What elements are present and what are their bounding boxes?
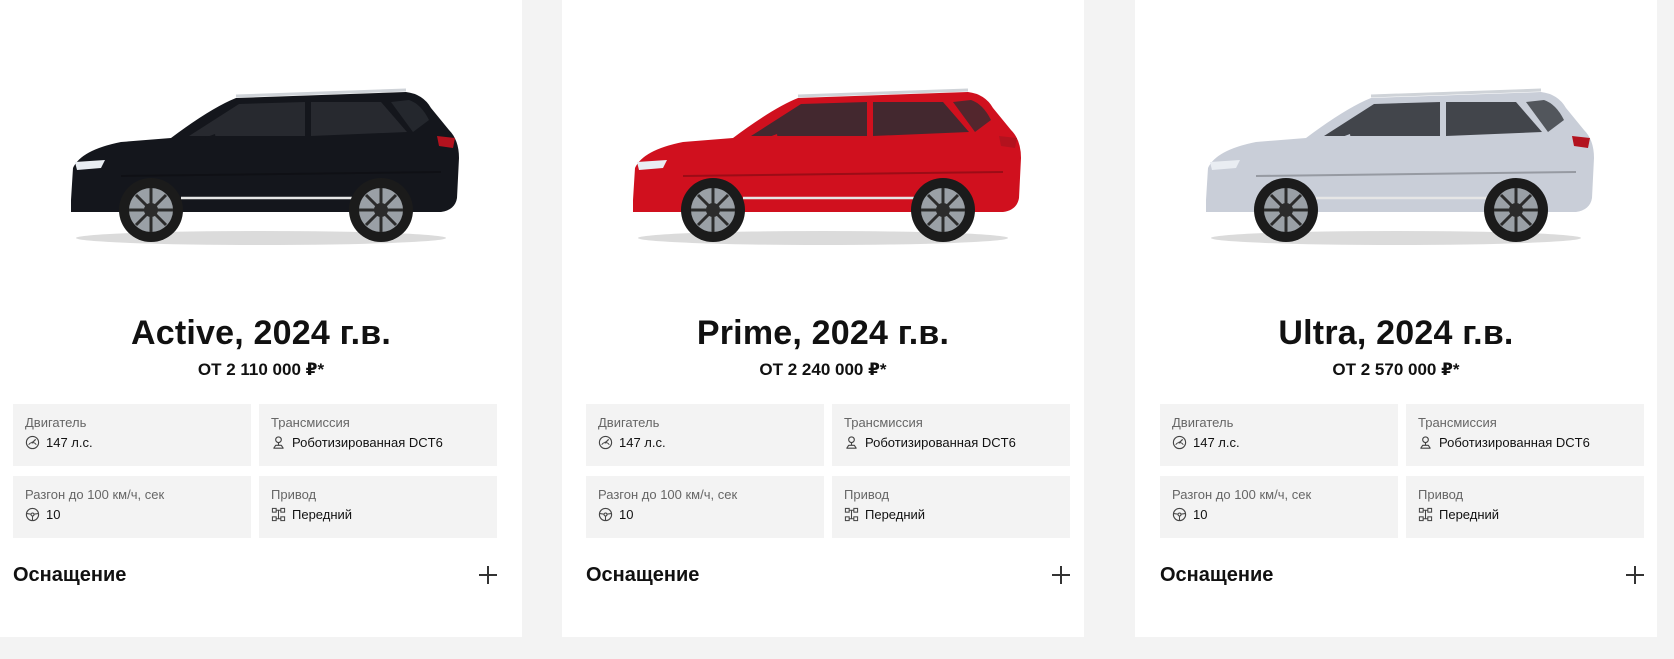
- spec-transmission: Трансмиссия Роботизированная DCT6: [259, 404, 497, 466]
- spec-value: 147 л.с.: [46, 435, 93, 450]
- steering-wheel-icon: [25, 507, 40, 522]
- speedometer-icon: [1172, 435, 1187, 450]
- spec-engine: Двигатель 147 л.с.: [13, 404, 251, 466]
- spec-label: Привод: [844, 487, 890, 502]
- drivetrain-icon: [844, 507, 859, 522]
- spec-acceleration: Разгон до 100 км/ч, сек 10: [13, 476, 251, 538]
- spec-drive: Привод Передний: [259, 476, 497, 538]
- equipment-toggle[interactable]: Оснащение: [13, 558, 498, 592]
- spec-engine: Двигатель 147 л.с.: [1160, 404, 1398, 466]
- spec-value: Передний: [1439, 507, 1500, 522]
- spec-value: 10: [46, 507, 61, 522]
- spec-value: Передний: [292, 507, 353, 522]
- spec-label: Трансмиссия: [1418, 415, 1497, 430]
- drivetrain-icon: [271, 507, 286, 522]
- spec-label: Привод: [271, 487, 317, 502]
- plus-icon[interactable]: [1051, 565, 1071, 585]
- trim-price: ОТ 2 110 000 ₽*: [197, 360, 325, 379]
- trim-title: Prime, 2024 г.в.: [696, 314, 950, 352]
- spec-transmission: Трансмиссия Роботизированная DCT6: [832, 404, 1070, 466]
- gearshift-icon: [271, 435, 286, 450]
- car-image: [562, 80, 1084, 270]
- equipment-label: Оснащение: [1160, 563, 1274, 586]
- gearshift-icon: [1418, 435, 1433, 450]
- equipment-toggle[interactable]: Оснащение: [1160, 558, 1645, 592]
- spec-label: Трансмиссия: [271, 415, 350, 430]
- spec-label: Двигатель: [1172, 415, 1234, 430]
- spec-label: Разгон до 100 км/ч, сек: [598, 487, 738, 502]
- spec-value: 147 л.с.: [619, 435, 666, 450]
- trim-card-prime: Prime, 2024 г.в. ОТ 2 240 000 ₽* Двигате…: [562, 0, 1084, 637]
- spec-value: 10: [619, 507, 634, 522]
- spec-transmission: Трансмиссия Роботизированная DCT6: [1406, 404, 1644, 466]
- trim-card-ultra: Ultra, 2024 г.в. ОТ 2 570 000 ₽* Двигате…: [1135, 0, 1657, 637]
- car-image: [0, 80, 522, 270]
- spec-value: Роботизированная DCT6: [1439, 435, 1590, 450]
- spec-label: Двигатель: [25, 415, 87, 430]
- spec-value: Передний: [865, 507, 926, 522]
- steering-wheel-icon: [1172, 507, 1187, 522]
- trim-card-active: Active, 2024 г.в. ОТ 2 110 000 ₽* Двигат…: [0, 0, 522, 637]
- spec-value: 147 л.с.: [1193, 435, 1240, 450]
- trim-title: Ultra, 2024 г.в.: [1278, 314, 1514, 352]
- trim-price: ОТ 2 240 000 ₽*: [759, 360, 887, 379]
- spec-label: Разгон до 100 км/ч, сек: [25, 487, 165, 502]
- spec-label: Трансмиссия: [844, 415, 923, 430]
- plus-icon[interactable]: [478, 565, 498, 585]
- equipment-label: Оснащение: [13, 563, 127, 586]
- spec-label: Двигатель: [598, 415, 660, 430]
- spec-label: Разгон до 100 км/ч, сек: [1172, 487, 1312, 502]
- plus-icon[interactable]: [1625, 565, 1645, 585]
- steering-wheel-icon: [598, 507, 613, 522]
- equipment-label: Оснащение: [586, 563, 700, 586]
- spec-engine: Двигатель 147 л.с.: [586, 404, 824, 466]
- speedometer-icon: [598, 435, 613, 450]
- spec-value: 10: [1193, 507, 1208, 522]
- trim-title: Active, 2024 г.в.: [131, 314, 391, 352]
- spec-drive: Привод Передний: [832, 476, 1070, 538]
- spec-drive: Привод Передний: [1406, 476, 1644, 538]
- gearshift-icon: [844, 435, 859, 450]
- spec-value: Роботизированная DCT6: [865, 435, 1016, 450]
- spec-acceleration: Разгон до 100 км/ч, сек 10: [586, 476, 824, 538]
- equipment-toggle[interactable]: Оснащение: [586, 558, 1071, 592]
- speedometer-icon: [25, 435, 40, 450]
- spec-label: Привод: [1418, 487, 1464, 502]
- spec-acceleration: Разгон до 100 км/ч, сек 10: [1160, 476, 1398, 538]
- car-image: [1135, 80, 1657, 270]
- spec-value: Роботизированная DCT6: [292, 435, 443, 450]
- trim-price: ОТ 2 570 000 ₽*: [1332, 360, 1460, 379]
- drivetrain-icon: [1418, 507, 1433, 522]
